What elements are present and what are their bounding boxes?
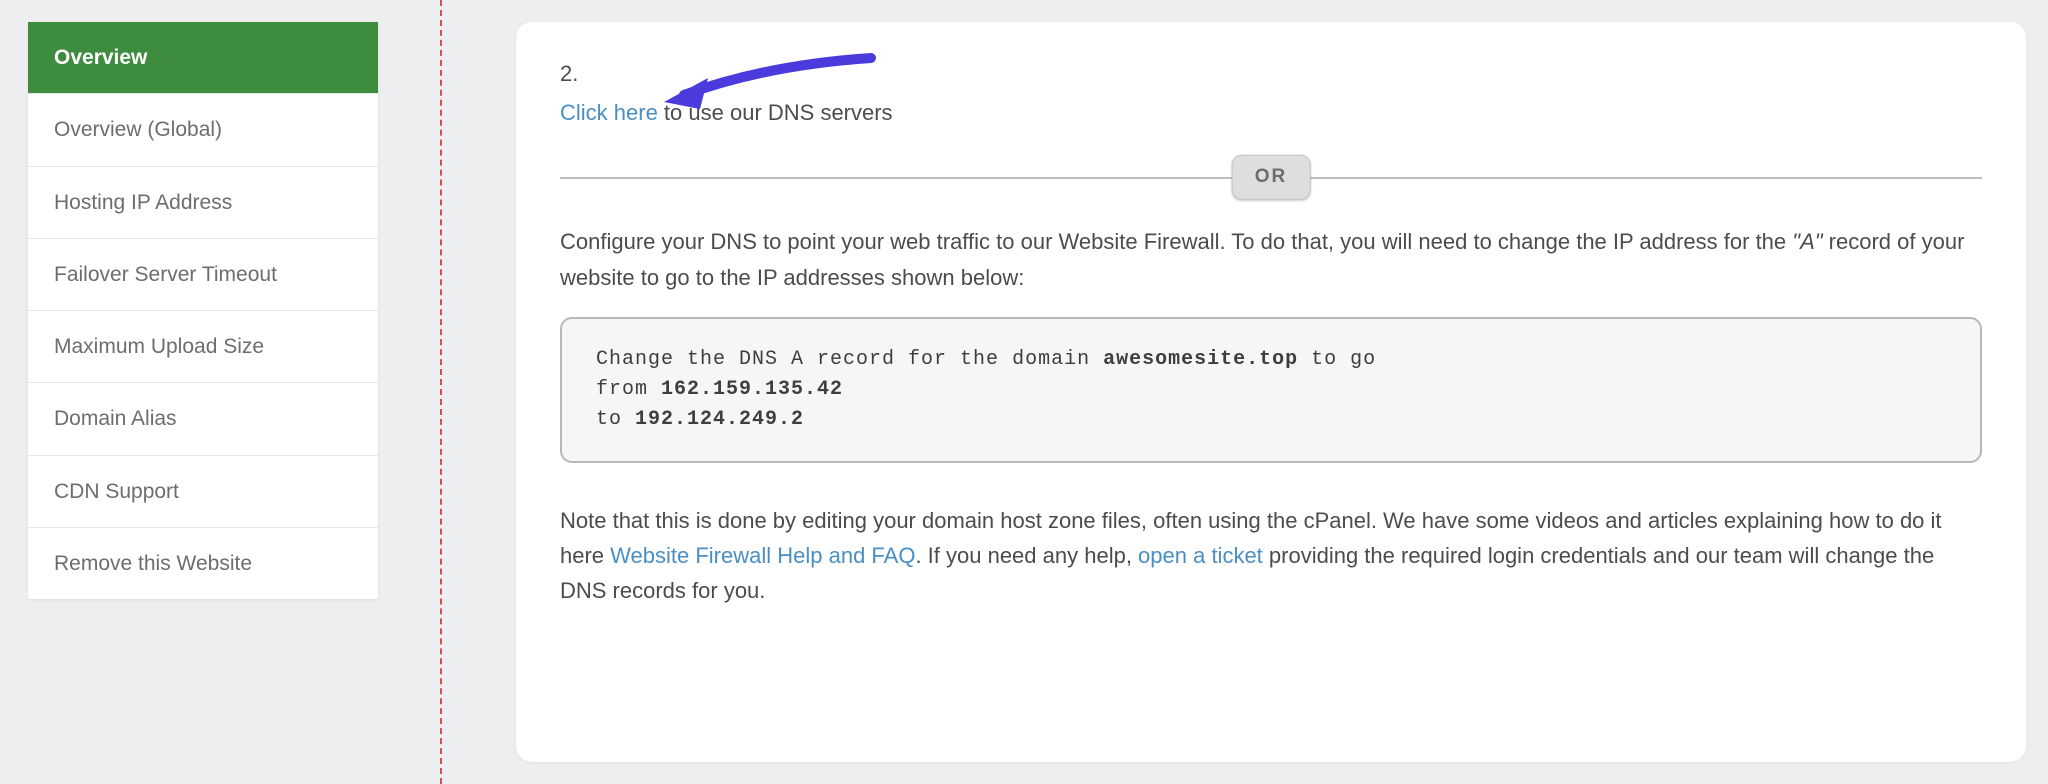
- code-to-ip: 192.124.249.2: [635, 408, 804, 431]
- sidebar-item-overview-global[interactable]: Overview (Global): [28, 94, 378, 166]
- help-faq-link[interactable]: Website Firewall Help and FAQ: [610, 543, 915, 568]
- code-line-1: Change the DNS A record for the domain a…: [596, 345, 1946, 375]
- annotation-arrow-icon: [646, 40, 876, 110]
- sidebar-item-failover-server-timeout[interactable]: Failover Server Timeout: [28, 239, 378, 311]
- annotation-dashed-line: [440, 0, 442, 784]
- code-from-ip: 162.159.135.42: [661, 378, 843, 401]
- open-ticket-link[interactable]: open a ticket: [1138, 543, 1263, 568]
- instruction-paragraph-1: Configure your DNS to point your web tra…: [560, 224, 1982, 294]
- a-record-italic: "A": [1792, 229, 1822, 254]
- sidebar-item-label: Overview: [54, 46, 147, 69]
- sidebar-item-hosting-ip-address[interactable]: Hosting IP Address: [28, 167, 378, 239]
- text: to: [596, 408, 635, 431]
- main-panel: 2. Click here to use our DNS servers OR …: [516, 22, 2026, 762]
- sidebar-item-domain-alias[interactable]: Domain Alias: [28, 383, 378, 455]
- code-domain: awesomesite.top: [1103, 348, 1298, 371]
- code-line-2: from 162.159.135.42: [596, 375, 1946, 405]
- text: Change the DNS A record for the domain: [596, 348, 1103, 371]
- instruction-paragraph-2: Note that this is done by editing your d…: [560, 503, 1982, 609]
- text: . If you need any help,: [915, 543, 1138, 568]
- sidebar-item-label: Failover Server Timeout: [54, 263, 277, 286]
- click-here-link[interactable]: Click here: [560, 100, 658, 125]
- sidebar-item-label: Overview (Global): [54, 118, 222, 141]
- sidebar-item-label: Hosting IP Address: [54, 191, 232, 214]
- text: Configure your DNS to point your web tra…: [560, 229, 1792, 254]
- or-badge: OR: [1232, 155, 1311, 199]
- sidebar-item-cdn-support[interactable]: CDN Support: [28, 456, 378, 528]
- sidebar-item-remove-this-website[interactable]: Remove this Website: [28, 528, 378, 599]
- sidebar-item-label: Maximum Upload Size: [54, 335, 264, 358]
- sidebar-item-label: Remove this Website: [54, 552, 252, 575]
- sidebar-item-label: CDN Support: [54, 480, 179, 503]
- dns-change-codebox: Change the DNS A record for the domain a…: [560, 317, 1982, 463]
- sidebar-item-label: Domain Alias: [54, 407, 177, 430]
- sidebar: Overview Overview (Global) Hosting IP Ad…: [28, 22, 378, 599]
- sidebar-item-overview[interactable]: Overview: [28, 22, 378, 94]
- text: to go: [1298, 348, 1376, 371]
- sidebar-item-maximum-upload-size[interactable]: Maximum Upload Size: [28, 311, 378, 383]
- text: from: [596, 378, 661, 401]
- code-line-3: to 192.124.249.2: [596, 405, 1946, 435]
- or-divider: OR: [560, 158, 1982, 196]
